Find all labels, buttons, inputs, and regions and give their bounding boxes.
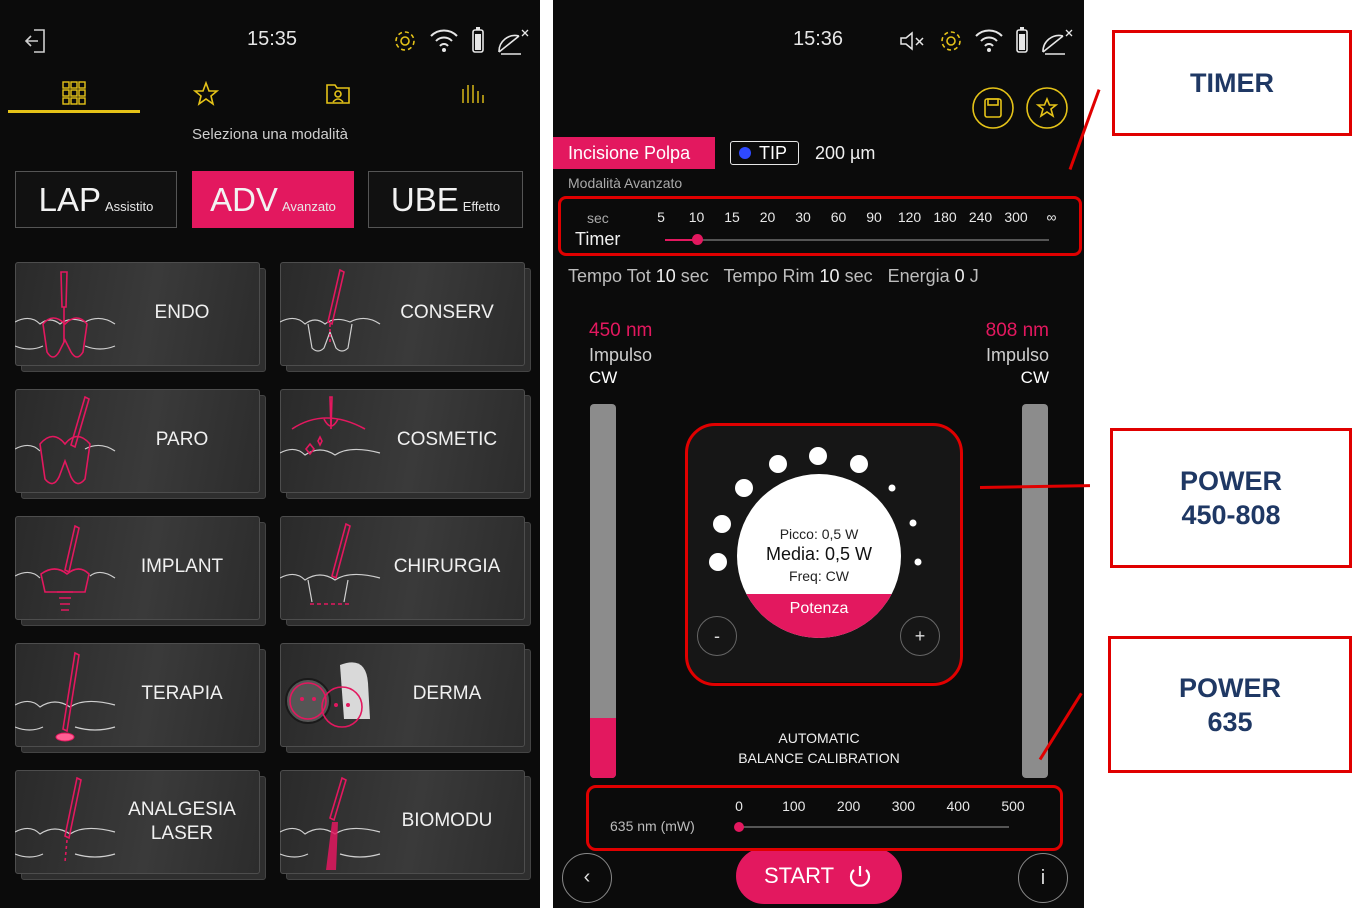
laser-450-wavelength: 450 nm [589,320,653,341]
mode-lap-sub: Assistito [104,199,154,214]
tempo-tot-label: Tempo Tot [568,266,651,286]
mode-selection-screen: 15:35 Seleziona una modalità LAP Assisti… [0,0,540,908]
laser-450-level-bar[interactable] [590,404,616,778]
procedure-card-biomodu[interactable]: BIOMODU [280,770,531,880]
tempo-rim-value: 10 [819,266,840,286]
laser-450-level-fill [590,718,616,778]
terapia-tooth-icon [15,651,116,742]
gear-icon[interactable] [392,28,418,54]
paro-tooth-icon [15,395,116,485]
power-main-highlight-frame [685,423,963,686]
status-time: 15:35 [247,28,298,50]
power-635-callout: POWER 635 [1108,636,1352,773]
battery-icon [1016,27,1028,53]
mode-ube-label: UBE [390,180,459,218]
procedure-label: ENDO [154,302,210,323]
laser-808-wavelength: 808 nm [985,320,1049,341]
info-button[interactable]: i [1018,853,1068,903]
favorite-star-icon[interactable] [1025,86,1069,130]
procedure-label: PARO [155,429,209,450]
procedure-card-implant[interactable]: IMPLANT [15,516,266,626]
start-button[interactable]: START [736,848,902,904]
procedure-card-terapia[interactable]: TERAPIA [15,643,266,753]
endo-tooth-icon [15,271,116,358]
back-button[interactable]: ‹ [562,853,612,903]
procedure-card-analgesia[interactable]: ANALGESIA LASER [15,770,266,880]
procedure-label: BIOMODU [401,810,493,831]
tempo-tot-value: 10 [655,266,676,286]
procedure-card-paro[interactable]: PARO [15,389,266,499]
energia-unit: J [969,266,979,286]
tempo-rim-unit: sec [844,266,873,286]
mode-adv-sub: Avanzato [281,199,336,214]
tempo-tot-unit: sec [680,266,709,286]
start-label: START [764,863,835,888]
procedure-card-cosmetic[interactable]: COSMETIC [280,389,531,499]
mode-ube-sub: Effetto [462,199,501,214]
tab-grid-icon[interactable] [61,80,87,106]
power-icon [849,866,871,887]
tip-size: 200 µm [815,143,876,163]
derma-faces-icon [285,662,370,728]
laser-450-mode: Impulso [589,345,653,365]
tab-favorites-star-icon[interactable] [193,81,219,106]
mode-ube-button[interactable]: UBE Effetto [368,171,523,228]
procedure-label: ANALGESIA LASER [128,799,236,844]
mode-adv-label: ADV [210,180,278,218]
laser-808-wave: CW [1020,368,1049,387]
power-main-callout: POWER 450-808 [1110,428,1352,568]
procedure-label: TERAPIA [141,683,223,704]
implant-tooth-icon [15,524,116,611]
mode-tag: Incisione Polpa [553,137,715,169]
wifi-icon [430,29,458,52]
wifi-icon [975,29,1003,52]
laser-808-mode: Impulso [985,345,1049,365]
satellite-off-icon [1042,29,1073,55]
biomodu-tooth-icon [280,776,381,870]
procedure-label: DERMA [412,683,482,704]
mode-lap-label: LAP [38,180,101,218]
logout-icon[interactable] [24,28,48,54]
procedure-label: IMPLANT [140,556,224,577]
mode-adv-button[interactable]: ADV Avanzato [192,171,354,228]
gear-icon[interactable] [938,28,964,54]
laser-450-wave: CW [589,368,618,387]
satellite-off-icon [498,29,529,55]
mode-prompt: Seleziona una modalità [192,126,348,143]
save-icon[interactable] [971,86,1015,130]
procedure-label: CHIRURGIA [393,556,501,577]
tab-wavelength-icon[interactable] [459,83,487,105]
status-time: 15:36 [793,28,844,50]
analgesia-tooth-icon [15,776,116,863]
timer-callout: TIMER [1112,30,1352,136]
mode-subtitle: Modalità Avanzato [568,175,683,191]
tempo-rim-label: Tempo Rim [723,266,815,286]
auto-balance-calibration[interactable]: AUTOMATIC BALANCE CALIBRATION [685,728,953,768]
procedure-card-chirurgia[interactable]: CHIRURGIA [280,516,531,626]
mode-lap-button[interactable]: LAP Assistito [15,171,177,228]
timer-highlight-frame [558,196,1082,256]
laser-808-level-bar[interactable] [1022,404,1048,778]
tip-badge[interactable]: TIP [730,141,799,165]
speaker-muted-icon[interactable] [899,30,927,52]
procedure-card-derma[interactable]: DERMA [280,643,531,753]
procedure-card-conserv[interactable]: CONSERV [280,262,531,372]
active-tab-underline [8,110,140,113]
procedure-card-endo[interactable]: ENDO [15,262,266,372]
power-635-highlight-frame [586,785,1063,851]
time-energy-row: Tempo Tot 10 sec Tempo Rim 10 sec Energi… [568,266,979,287]
energia-value: 0 [954,266,965,286]
procedure-label: CONSERV [400,302,494,323]
chirurgia-tooth-icon [280,522,381,605]
conserv-tooth-icon [280,268,381,352]
tip-color-dot [739,147,751,159]
tab-folder-user-icon[interactable] [325,81,351,105]
tip-label: TIP [759,143,788,163]
battery-icon [472,27,484,53]
cosmetic-tooth-icon [280,396,381,456]
energia-label: Energia [887,266,950,286]
procedure-label: COSMETIC [396,429,498,450]
